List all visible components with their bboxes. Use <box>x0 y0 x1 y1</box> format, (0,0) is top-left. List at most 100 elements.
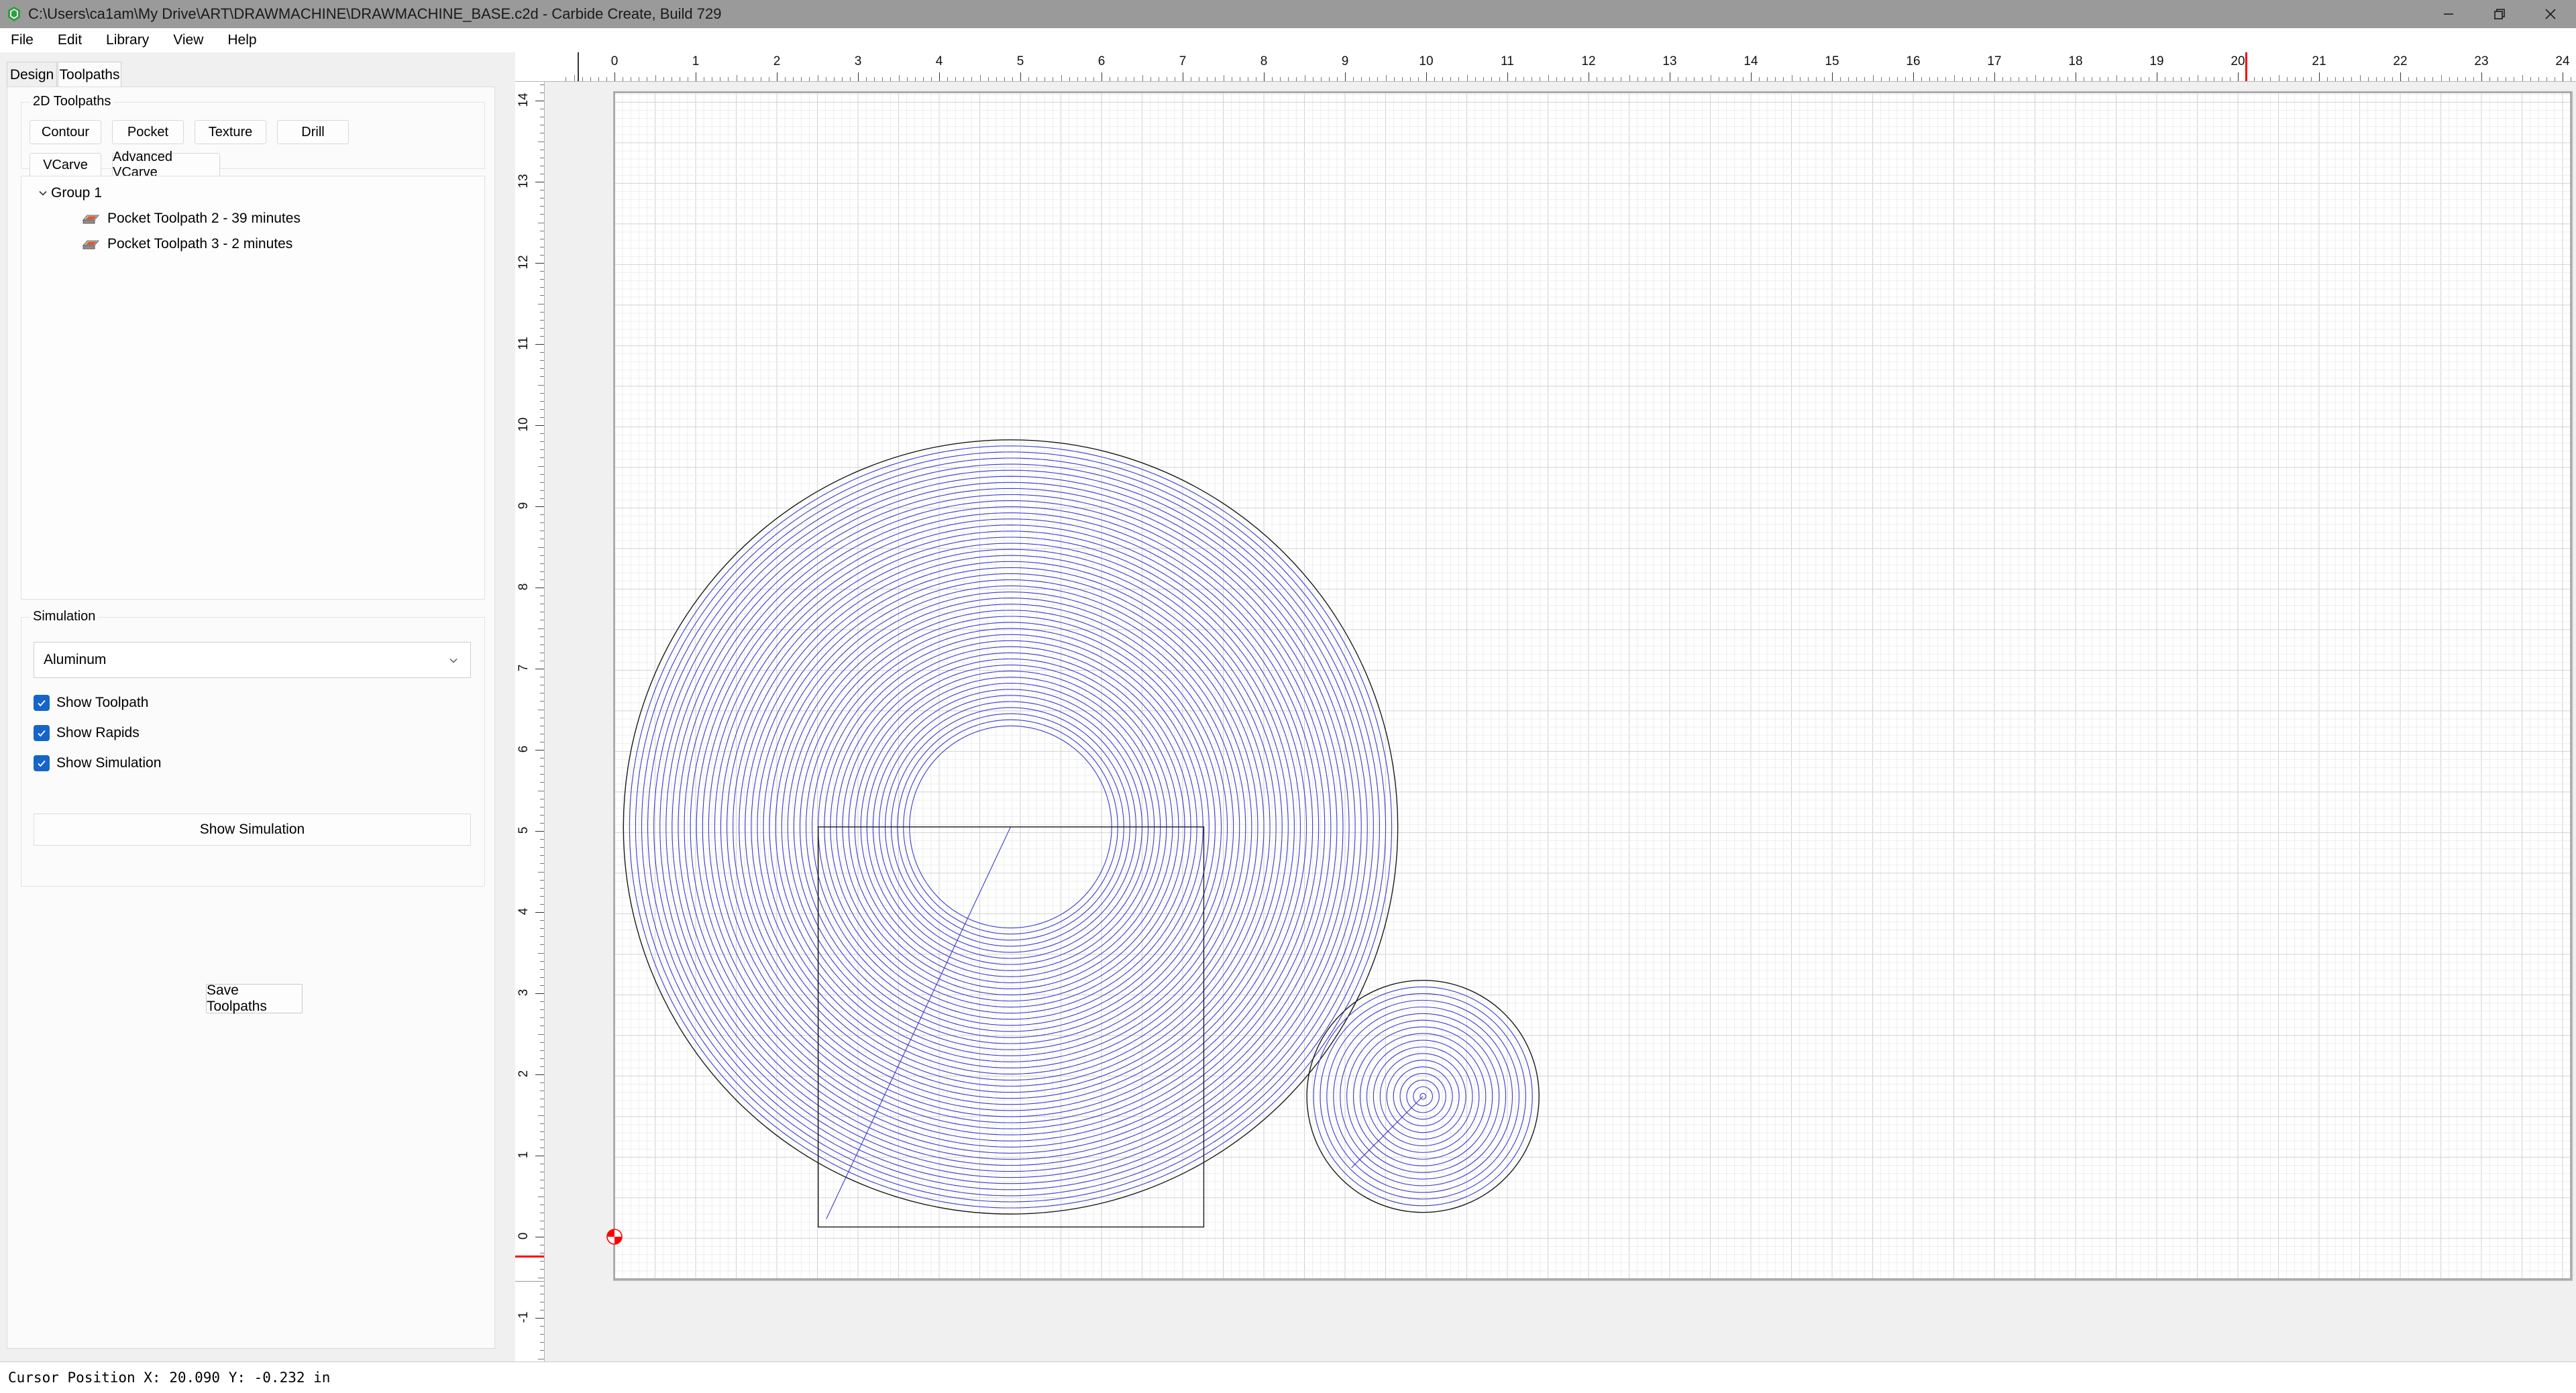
ruler-label-x: 3 <box>854 54 862 68</box>
ruler-minor-tick <box>606 77 607 81</box>
ruler-minor-tick <box>1888 77 1890 81</box>
ruler-minor-tick <box>1142 75 1143 81</box>
texture-button[interactable]: Texture <box>195 120 266 144</box>
ruler-label-y: 1 <box>517 1151 531 1159</box>
ruler-label-x: 5 <box>1016 54 1024 68</box>
ruler-minor-tick <box>801 77 802 81</box>
ruler-minor-tick <box>540 1269 544 1270</box>
drill-button[interactable]: Drill <box>277 120 349 144</box>
ruler-minor-tick <box>540 1066 544 1067</box>
ruler-major-tick <box>1751 72 1752 81</box>
ruler-label-y: 0 <box>517 1232 531 1240</box>
ruler-minor-tick <box>540 360 544 361</box>
origin-crosshair-icon <box>606 1229 623 1245</box>
show-rapids-checkbox-row[interactable]: Show Rapids <box>34 722 140 744</box>
checkmark-icon[interactable] <box>34 725 50 741</box>
ruler-minor-tick <box>2538 77 2539 81</box>
ruler-minor-tick <box>1556 77 1557 81</box>
ruler-cursor-marker-x <box>2245 52 2247 81</box>
ruler-label-y: 11 <box>517 337 531 350</box>
contour-button[interactable]: Contour <box>30 120 101 144</box>
ruler-minor-tick <box>540 352 544 353</box>
ruler-minor-tick <box>540 1123 544 1124</box>
close-button[interactable] <box>2525 0 2576 28</box>
design-canvas[interactable] <box>545 82 2576 1361</box>
ruler-minor-tick <box>2489 77 2491 81</box>
ruler-minor-tick <box>963 77 965 81</box>
ruler-minor-tick <box>590 77 591 81</box>
ruler-minor-tick <box>540 944 544 946</box>
ruler-minor-tick <box>540 968 544 970</box>
ruler-minor-tick <box>540 433 544 435</box>
pocket-button[interactable]: Pocket <box>112 120 184 144</box>
menu-library[interactable]: Library <box>106 28 149 52</box>
ruler-major-tick <box>1264 72 1265 81</box>
ruler-minor-tick <box>540 1326 544 1327</box>
ruler-minor-tick <box>1548 75 1549 81</box>
ruler-minor-tick <box>540 279 544 280</box>
ruler-bottom-boundary <box>515 1281 544 1282</box>
ruler-label-y: 5 <box>517 826 531 834</box>
minimize-button[interactable] <box>2423 0 2474 28</box>
ruler-minor-tick <box>540 482 544 483</box>
ruler-minor-tick <box>1929 77 1931 81</box>
save-toolpaths-button[interactable]: Save Toolpaths <box>206 983 303 1014</box>
menu-view[interactable]: View <box>173 28 203 52</box>
ruler-minor-tick <box>540 636 544 637</box>
ruler-label-y: 12 <box>517 255 531 270</box>
material-select[interactable]: Aluminum <box>34 642 471 678</box>
restore-button[interactable] <box>2474 0 2525 28</box>
checkmark-icon[interactable] <box>34 755 50 771</box>
menu-file[interactable]: File <box>11 28 34 52</box>
ruler-minor-tick <box>2189 77 2190 81</box>
list-item[interactable]: Pocket Toolpath 2 - 39 minutes <box>21 206 301 231</box>
tab-design[interactable]: Design <box>7 62 57 87</box>
ruler-minor-tick <box>538 465 544 467</box>
ruler-minor-tick <box>540 1009 544 1011</box>
vcarve-button[interactable]: VCarve <box>30 153 101 177</box>
show-toolpath-checkbox-row[interactable]: Show Toolpath <box>34 691 148 714</box>
ruler-minor-tick <box>1523 77 1525 81</box>
tree-group-row[interactable]: Group 1 <box>21 180 102 206</box>
ruler-minor-tick <box>540 855 544 856</box>
ruler-minor-tick <box>540 774 544 775</box>
show-simulation-checkbox-row[interactable]: Show Simulation <box>34 752 161 775</box>
ruler-minor-tick <box>841 77 843 81</box>
ruler-major-tick <box>2481 72 2482 81</box>
ruler-minor-tick <box>2375 77 2377 81</box>
ruler-minor-tick <box>540 416 544 418</box>
ruler-minor-tick <box>540 814 544 816</box>
ruler-minor-tick <box>1328 77 1330 81</box>
ruler-minor-tick <box>2181 77 2182 81</box>
menu-edit[interactable]: Edit <box>58 28 82 52</box>
show-simulation-button[interactable]: Show Simulation <box>34 814 471 846</box>
ruler-minor-tick <box>2254 77 2255 81</box>
tab-toolpaths[interactable]: Toolpaths <box>58 62 121 87</box>
ruler-minor-tick <box>538 1115 544 1116</box>
ruler-minor-tick <box>2449 77 2450 81</box>
ruler-minor-tick <box>849 77 851 81</box>
ruler-label-y: 14 <box>517 93 531 107</box>
ruler-minor-tick <box>540 563 544 564</box>
ruler-minor-tick <box>2546 77 2547 81</box>
ruler-label-x: 23 <box>2474 54 2489 68</box>
title-bar: C:\Users\ca1am\My Drive\ART\DRAWMACHINE\… <box>0 0 2576 28</box>
ruler-minor-tick <box>540 766 544 767</box>
advanced-vcarve-button[interactable]: Advanced VCarve <box>112 150 220 180</box>
ruler-minor-tick <box>2173 77 2174 81</box>
list-item[interactable]: Pocket Toolpath 3 - 2 minutes <box>21 231 292 257</box>
checkmark-icon[interactable] <box>34 695 50 711</box>
toolpath-tree[interactable]: Group 1 Pocket Toolpath 2 - 39 minutes P… <box>21 176 485 600</box>
ruler-minor-tick <box>2327 77 2328 81</box>
ruler-label-x: 0 <box>610 54 619 68</box>
ruler-minor-tick <box>1296 77 1297 81</box>
chevron-down-icon[interactable] <box>447 655 460 671</box>
ruler-minor-tick <box>1815 77 1817 81</box>
ruler-label-x: 7 <box>1179 54 1187 68</box>
ruler-minor-tick <box>1564 77 1565 81</box>
ruler-minor-tick <box>914 77 916 81</box>
menu-help[interactable]: Help <box>227 28 256 52</box>
chevron-down-icon[interactable] <box>35 187 51 199</box>
ruler-minor-tick <box>2343 77 2345 81</box>
ruler-minor-tick <box>793 77 794 81</box>
